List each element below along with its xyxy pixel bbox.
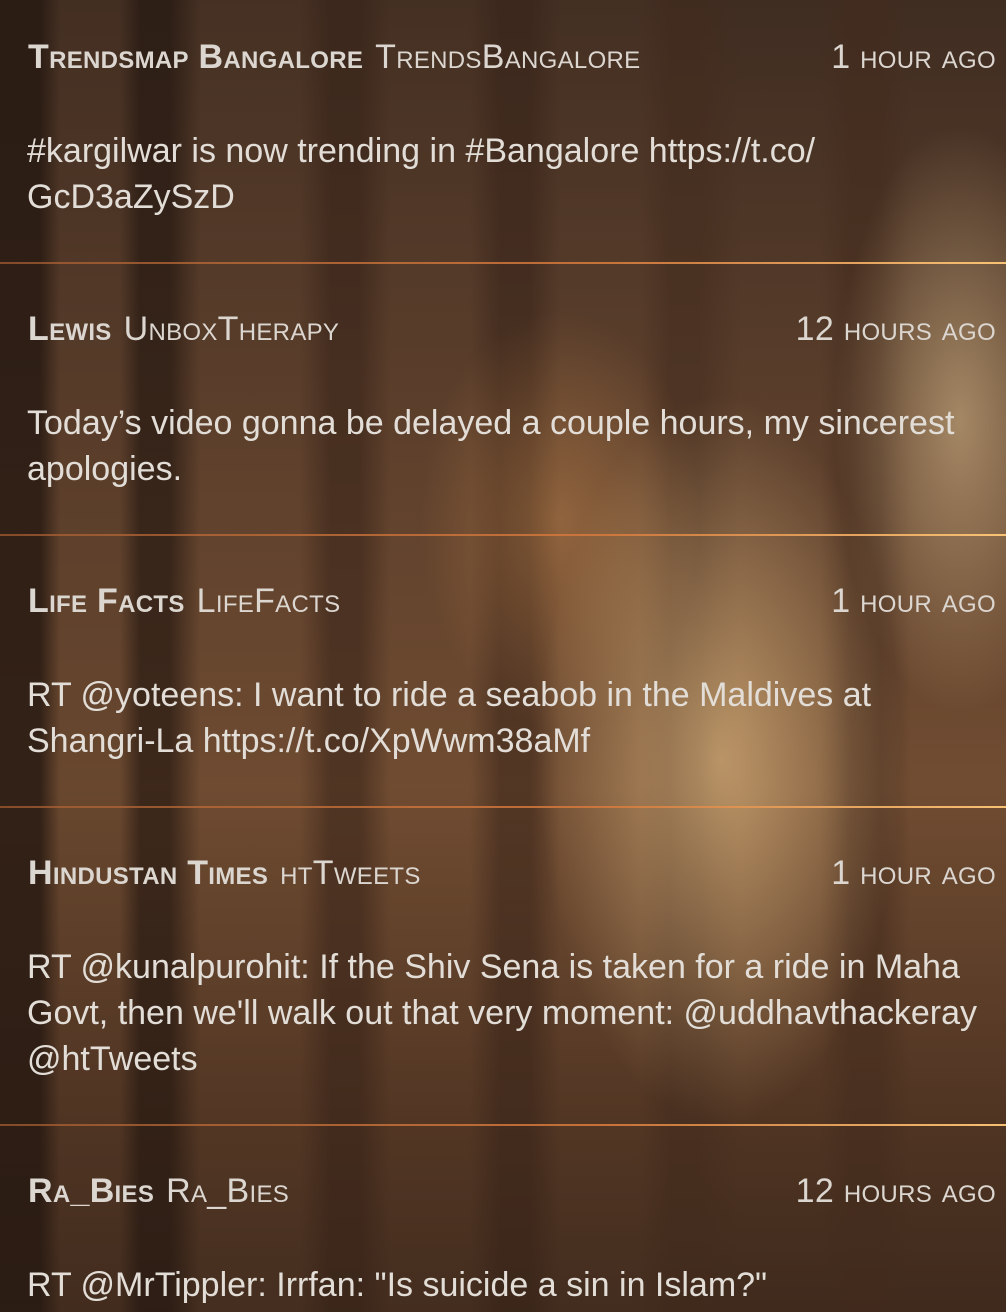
author-handle: htTweets bbox=[280, 854, 421, 892]
author-display-name: Life Facts bbox=[28, 582, 185, 620]
tweet-divider bbox=[0, 806, 1006, 808]
tweet-header: Life Facts LifeFacts 1 hour ago bbox=[28, 582, 996, 621]
tweet-item[interactable]: Hindustan Times htTweets 1 hour ago RT @… bbox=[0, 854, 1006, 1124]
tweet-author[interactable]: Life Facts LifeFacts bbox=[28, 582, 340, 621]
tweet-text: RT @MrTippler: Irrfan: "Is suicide a sin… bbox=[27, 1266, 768, 1304]
tweet-feed[interactable]: Trendsmap Bangalore TrendsBangalore 1 ho… bbox=[0, 0, 1006, 1312]
tweet-author[interactable]: Ra_Bies Ra_Bies bbox=[28, 1172, 289, 1211]
tweet-item[interactable]: Life Facts LifeFacts 1 hour ago RT @yote… bbox=[0, 582, 1006, 806]
tweet-timestamp: 12 hours ago bbox=[795, 310, 996, 348]
author-display-name: Trendsmap Bangalore bbox=[28, 38, 364, 76]
tweet-timestamp: 12 hours ago bbox=[795, 1172, 996, 1210]
tweet-divider bbox=[0, 262, 1006, 264]
tweet-timestamp: 1 hour ago bbox=[831, 582, 996, 620]
tweet-item[interactable]: Ra_Bies Ra_Bies 12 hours ago RT @MrTippl… bbox=[0, 1172, 1006, 1312]
tweet-header: Trendsmap Bangalore TrendsBangalore 1 ho… bbox=[28, 38, 996, 77]
author-display-name: Hindustan Times bbox=[28, 854, 269, 892]
author-handle: UnboxTherapy bbox=[123, 310, 340, 348]
tweet-timestamp: 1 hour ago bbox=[831, 854, 996, 892]
tweet-author[interactable]: Lewis UnboxTherapy bbox=[28, 310, 339, 349]
tweet-header: Lewis UnboxTherapy 12 hours ago bbox=[28, 310, 996, 349]
author-display-name: Lewis bbox=[28, 310, 112, 348]
tweet-text: RT @yoteens: I want to ride a seabob in … bbox=[27, 676, 872, 760]
tweet-divider bbox=[0, 1124, 1006, 1126]
tweet-text: Today’s video gonna be delayed a couple … bbox=[27, 404, 955, 488]
tweet-author[interactable]: Hindustan Times htTweets bbox=[28, 854, 421, 893]
tweet-divider bbox=[0, 534, 1006, 536]
author-display-name: Ra_Bies bbox=[28, 1172, 155, 1210]
tweet-text: RT @kunalpurohit: If the Shiv Sena is ta… bbox=[27, 948, 978, 1078]
tweet-author[interactable]: Trendsmap Bangalore TrendsBangalore bbox=[28, 38, 641, 77]
tweet-header: Hindustan Times htTweets 1 hour ago bbox=[28, 854, 996, 893]
tweet-item[interactable]: Lewis UnboxTherapy 12 hours ago Today’s … bbox=[0, 310, 1006, 534]
tweet-timestamp: 1 hour ago bbox=[831, 38, 996, 76]
author-handle: Ra_Bies bbox=[166, 1172, 290, 1210]
tweet-item[interactable]: Trendsmap Bangalore TrendsBangalore 1 ho… bbox=[0, 38, 1006, 262]
tweet-header: Ra_Bies Ra_Bies 12 hours ago bbox=[28, 1172, 996, 1211]
tweet-text: #kargilwar is now trending in #Bangalore… bbox=[27, 132, 816, 216]
author-handle: TrendsBangalore bbox=[375, 38, 641, 76]
author-handle: LifeFacts bbox=[196, 582, 341, 620]
